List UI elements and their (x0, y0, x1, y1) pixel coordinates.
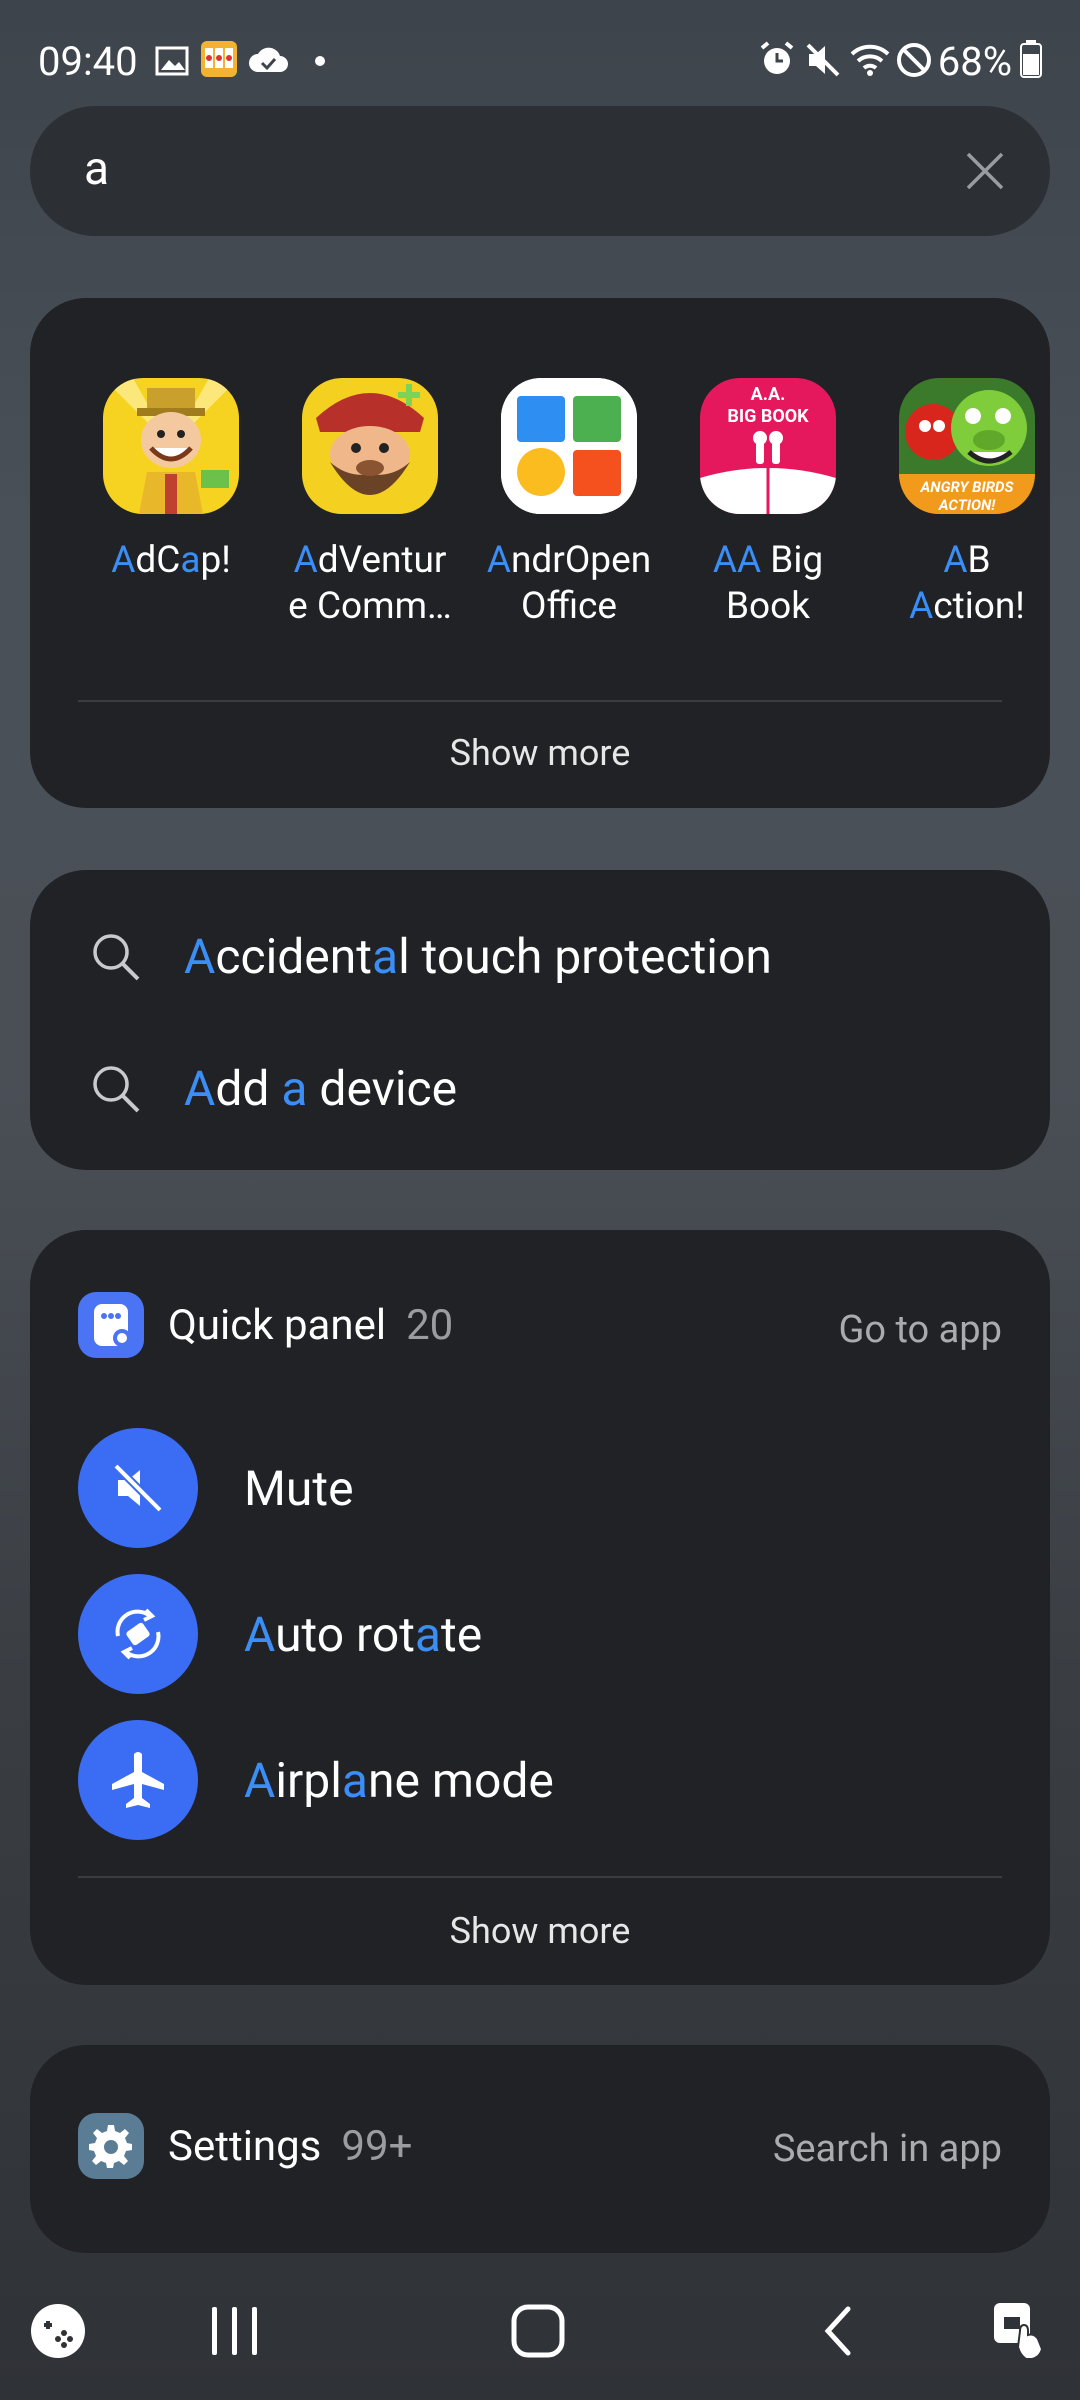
adcap-app-icon (103, 378, 239, 514)
app-name-hl: a (180, 539, 201, 582)
app-name: dVentur (317, 539, 447, 582)
quick-panel-title: Quick panel (168, 1300, 387, 1350)
slots-app-icon (201, 41, 237, 77)
quick-panel-show-more-button[interactable]: Show more (30, 1910, 1050, 1952)
airplane-icon (78, 1720, 198, 1840)
mute-status-icon (806, 43, 840, 77)
app-name-hl: AA (712, 539, 762, 582)
suggestion-hl: A (184, 1060, 216, 1117)
recent-apps-icon[interactable] (208, 2305, 262, 2357)
search-input[interactable]: a (84, 142, 109, 196)
auto-rotate-icon (78, 1574, 198, 1694)
search-bar[interactable]: a (30, 106, 1050, 236)
suggestion-hl: a (281, 1060, 308, 1117)
search-suggestions-card: Accidental touch protection Add a device (30, 870, 1050, 1170)
battery-icon (1020, 40, 1042, 78)
app-name: p! (200, 539, 231, 582)
app-name: ction! (933, 585, 1025, 628)
app-aa-big-book[interactable]: A.A. BIG BOOK AA Big Book (673, 378, 863, 630)
blocked-icon (897, 43, 931, 77)
toggle-hl: a (341, 1751, 368, 1809)
app-name-hl: A (943, 539, 968, 582)
quick-panel-count: 20 (406, 1300, 454, 1350)
mute-icon (78, 1428, 198, 1548)
settings-card: Settings 99+ Search in app (30, 2045, 1050, 2253)
suggestion-text: l touch protection (398, 928, 772, 985)
go-to-app-link[interactable]: Go to app (839, 1308, 1003, 1352)
app-name: Office (520, 585, 618, 628)
suggestion-text: device (307, 1060, 458, 1117)
divider (78, 700, 1002, 702)
search-in-app-link[interactable]: Search in app (773, 2127, 1002, 2171)
toggle-text: irpl (275, 1751, 342, 1809)
app-name-hl: A (111, 539, 136, 582)
app-name: Big (761, 539, 824, 582)
app-name: e Comm… (288, 585, 452, 628)
toggle-hl: A (244, 1751, 276, 1809)
airplane-mode-toggle[interactable]: Airplane mode (78, 1720, 554, 1840)
settings-title: Settings (168, 2121, 322, 2171)
notification-dot-icon (315, 56, 325, 66)
app-name-hl: A (909, 585, 934, 628)
battery-percent: 68% (937, 38, 1012, 85)
app-andropen-office[interactable]: AndrOpen Office (474, 378, 664, 630)
suggestion-text: dd (215, 1060, 282, 1117)
toggle-hl: A (244, 1605, 276, 1663)
apps-show-more-button[interactable]: Show more (30, 732, 1050, 774)
mute-label: Mute (244, 1459, 354, 1517)
clear-icon[interactable] (962, 148, 1008, 194)
gallery-icon (155, 46, 189, 76)
toggle-text: uto rot (275, 1605, 415, 1663)
angry-birds-action-app-icon: ANGRY BIRDS ACTION! (899, 378, 1035, 514)
adventure-app-icon (302, 378, 438, 514)
divider (78, 1876, 1002, 1878)
toggle-text: te (441, 1605, 483, 1663)
app-name-hl: A (293, 539, 318, 582)
aa-big-book-app-icon: A.A. BIG BOOK (700, 378, 836, 514)
toggle-text: ne mode (367, 1751, 554, 1809)
suggestion-item[interactable]: Add a device (88, 1060, 457, 1117)
navigation-bar (0, 2265, 1080, 2400)
quick-panel-header: Quick panel 20 (78, 1292, 453, 1358)
app-ab-action[interactable]: ANGRY BIRDS ACTION! AB Action! (872, 378, 1062, 630)
search-icon (93, 1065, 140, 1112)
app-name-hl: A (486, 539, 511, 582)
ab-icon-text: ANGRY BIRDS ACTION! (920, 478, 1014, 514)
quick-panel-card: Quick panel 20 Go to app Mute Auto rotat… (30, 1230, 1050, 1985)
app-adcap[interactable]: AdCap! (76, 378, 266, 584)
game-launcher-icon[interactable] (30, 2303, 86, 2359)
app-adventure[interactable]: AdVentur e Comm… (275, 378, 465, 630)
suggestion-item[interactable]: Accidental touch protection (88, 928, 772, 985)
cloud-done-icon (249, 47, 288, 72)
andropen-office-app-icon (501, 378, 637, 514)
alarm-icon (760, 41, 794, 74)
app-name: Book (725, 585, 810, 628)
toggle-hl: a (414, 1605, 442, 1663)
suggestion-text: ccident (215, 928, 372, 985)
apps-results-card: AdCap! AdVentur e Comm… AndrOpen Office … (30, 298, 1050, 808)
clock: 09:40 (38, 38, 138, 85)
settings-header[interactable]: Settings 99+ (78, 2113, 412, 2179)
quick-panel-app-icon (78, 1292, 144, 1358)
accessibility-touch-icon[interactable] (990, 2299, 1050, 2361)
app-name: B (967, 539, 991, 582)
search-icon (93, 933, 140, 980)
status-bar: 09:40 68% (0, 0, 1080, 120)
settings-gear-icon (78, 2113, 144, 2179)
suggestion-hl: A (184, 928, 216, 985)
app-name: ndrOpen (511, 539, 652, 582)
suggestion-hl: a (371, 928, 399, 985)
back-icon[interactable] (818, 2303, 858, 2359)
auto-rotate-toggle[interactable]: Auto rotate (78, 1574, 482, 1694)
wifi-icon (850, 44, 890, 76)
settings-count: 99+ (341, 2121, 413, 2171)
mute-toggle[interactable]: Mute (78, 1428, 354, 1548)
app-name: dC (135, 539, 181, 582)
home-icon[interactable] (510, 2303, 566, 2359)
